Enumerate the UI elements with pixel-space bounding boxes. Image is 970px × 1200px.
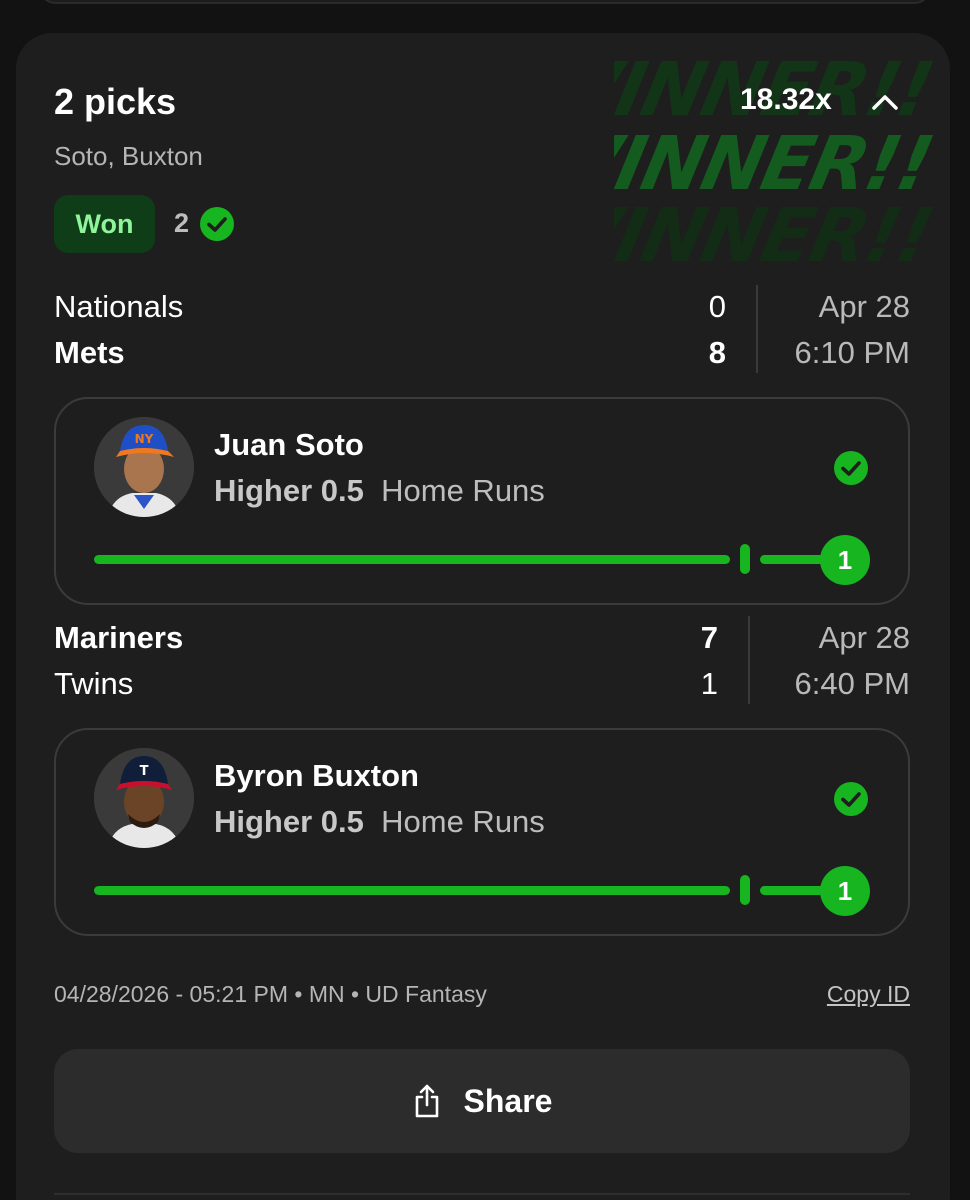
pick-line: Higher 0.5 Home Runs xyxy=(214,804,545,840)
divider xyxy=(756,285,758,373)
pick-card[interactable]: T Byron Buxton Higher 0.5 Home Runs 1 xyxy=(54,728,910,936)
team-name: Mariners xyxy=(54,620,184,655)
share-button[interactable]: Share xyxy=(54,1049,910,1153)
pick-stat: Home Runs xyxy=(381,804,545,839)
svg-text:NY: NY xyxy=(135,432,154,446)
chevron-up-icon[interactable] xyxy=(868,87,902,117)
check-circle-icon xyxy=(834,782,868,816)
player-headshot-icon: NY xyxy=(94,417,194,517)
game-time: 6:40 PM xyxy=(794,666,910,701)
progress-threshold-marker xyxy=(740,875,750,905)
avatar: T xyxy=(94,748,194,848)
team-name: Twins xyxy=(54,666,134,701)
progress-threshold-marker xyxy=(740,544,750,574)
entry-meta: 04/28/2026 - 05:21 PM • MN • UD Fantasy xyxy=(54,981,487,1007)
copy-id-link[interactable]: Copy ID xyxy=(827,981,910,1008)
team-name: Mets xyxy=(54,335,125,370)
progress-bar xyxy=(94,886,730,895)
game-time: 6:10 PM xyxy=(794,335,910,370)
share-icon xyxy=(415,1084,438,1118)
team-score: 0 xyxy=(708,289,726,324)
game-date: Apr 28 xyxy=(818,289,910,324)
team-score: 8 xyxy=(708,335,726,370)
pick-direction: Higher 0.5 xyxy=(214,473,364,508)
previous-card-edge xyxy=(38,0,932,4)
pick-direction: Higher 0.5 xyxy=(214,804,364,839)
check-circle-icon xyxy=(834,451,868,485)
status-badge: Won xyxy=(54,195,155,253)
pick-stat: Home Runs xyxy=(381,473,545,508)
game-row: Mariners Twins 7 1 Apr 28 6:40 PM xyxy=(54,616,910,708)
game-row: Nationals Mets 0 8 Apr 28 6:10 PM xyxy=(54,285,910,377)
picks-title: 2 picks xyxy=(54,81,177,122)
game-date: Apr 28 xyxy=(818,620,910,655)
player-headshot-icon: T xyxy=(94,748,194,848)
payout-multiplier: 18.32x xyxy=(740,83,832,116)
divider xyxy=(54,1193,910,1195)
players-summary: Soto, Buxton xyxy=(54,141,203,171)
divider xyxy=(748,616,750,704)
avatar: NY xyxy=(94,417,194,517)
team-score: 1 xyxy=(700,666,718,701)
svg-text:T: T xyxy=(140,764,149,779)
share-label: Share xyxy=(463,1082,553,1119)
pick-line: Higher 0.5 Home Runs xyxy=(214,473,545,509)
check-circle-icon xyxy=(200,207,234,241)
team-name: Nationals xyxy=(54,289,184,324)
entry-card: WINNER!! WINNER!! WINNER!! 2 picks 18.32… xyxy=(16,33,950,1200)
team-score: 7 xyxy=(700,620,718,655)
progress-bar xyxy=(94,555,730,564)
result-value: 1 xyxy=(820,866,870,916)
player-name: Juan Soto xyxy=(214,427,364,462)
result-value: 1 xyxy=(820,535,870,585)
player-name: Byron Buxton xyxy=(214,758,419,793)
correct-count: 2 xyxy=(174,208,190,238)
pick-card[interactable]: NY Juan Soto Higher 0.5 Home Runs 1 xyxy=(54,397,910,605)
